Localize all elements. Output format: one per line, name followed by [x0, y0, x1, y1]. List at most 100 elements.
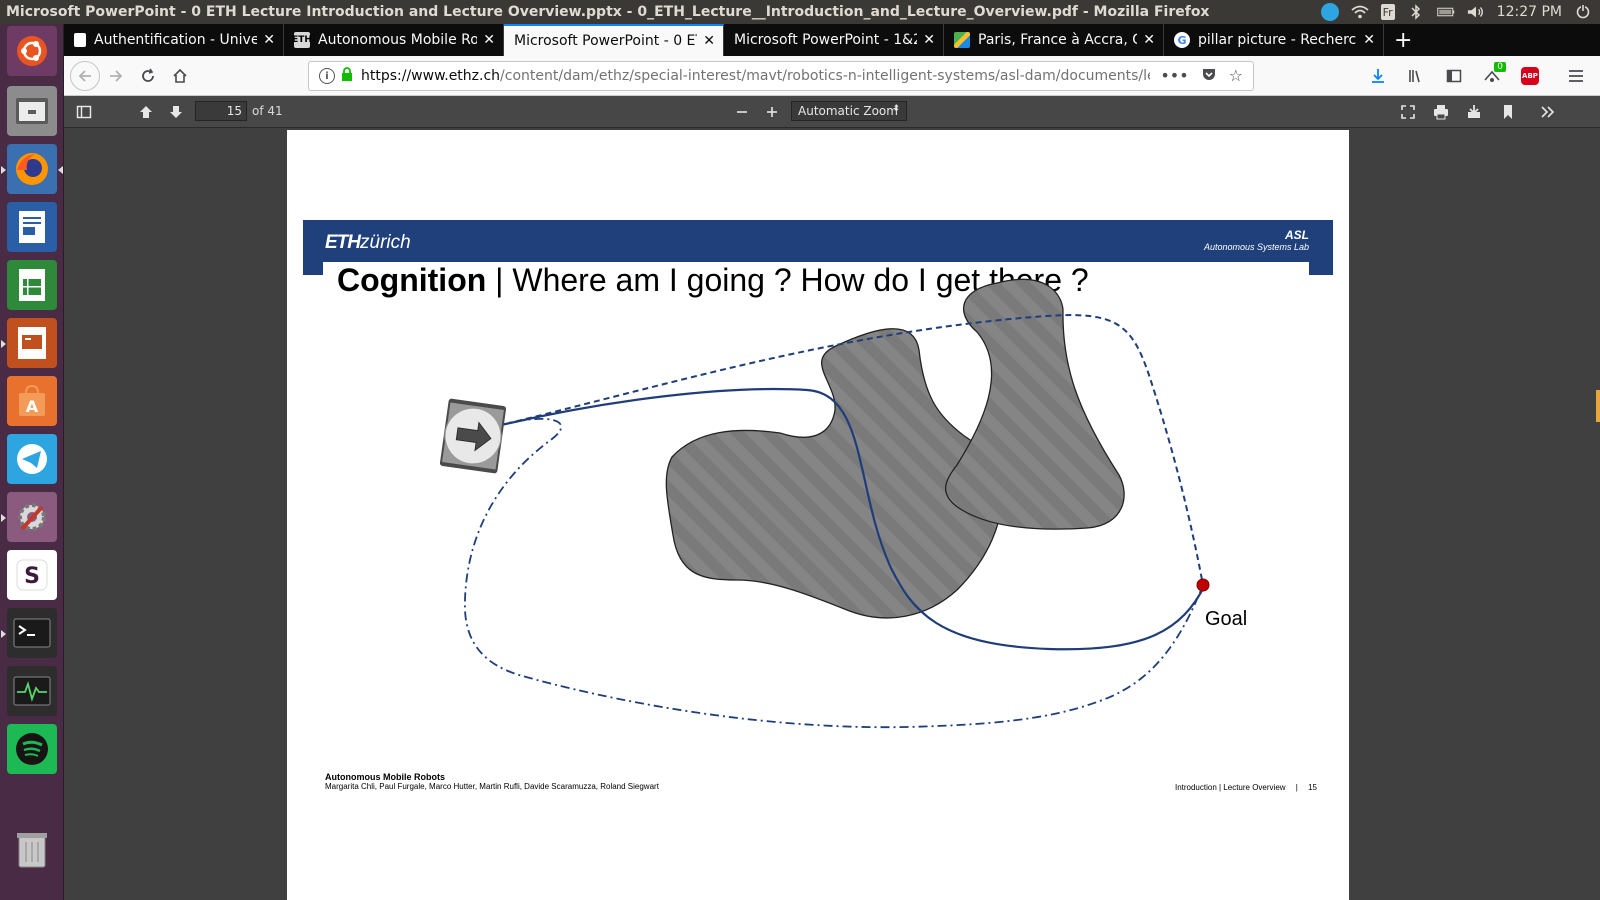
tab-label: Authentification - Unive	[94, 32, 258, 48]
maps-icon	[954, 32, 970, 48]
url-path: /content/dam/ethz/special-interest/mavt/…	[500, 68, 1151, 84]
next-page-button[interactable]	[162, 100, 190, 124]
eth-icon: ETH	[292, 32, 312, 48]
page-number-input[interactable]: 15	[195, 101, 247, 121]
extension-badge: 0	[1494, 62, 1506, 72]
battery-icon[interactable]	[1436, 3, 1455, 21]
firefox-icon[interactable]	[1, 144, 63, 194]
wifi-icon[interactable]	[1351, 3, 1369, 21]
zoom-select[interactable]: Automatic Zoom ⬍	[791, 101, 907, 121]
url-text[interactable]: https://www.ethz.ch/content/dam/ethz/spe…	[361, 68, 1150, 84]
tab-powerpoint-0-active[interactable]: Microsoft PowerPoint - 0 ET ✕	[504, 24, 724, 56]
svg-text:A: A	[26, 397, 39, 416]
footer-authors: Margarita Chli, Paul Furgale, Marco Hutt…	[325, 782, 659, 791]
extension-button[interactable]: 0	[1476, 60, 1508, 92]
bluetooth-icon[interactable]	[1407, 3, 1425, 21]
document-icon	[74, 33, 86, 47]
impress-icon[interactable]	[1, 318, 57, 368]
tab-close-icon[interactable]: ✕	[1143, 32, 1155, 48]
pocket-icon[interactable]	[1201, 66, 1217, 86]
sidebar-icon	[1446, 69, 1462, 83]
hamburger-menu-button[interactable]	[1560, 60, 1592, 92]
minus-icon	[737, 111, 747, 113]
sidebar-toggle-button[interactable]	[1438, 60, 1470, 92]
bookmark-star-icon[interactable]: ☆	[1229, 66, 1243, 86]
tab-label: pillar picture - Recherch	[1198, 32, 1358, 48]
calc-icon[interactable]	[7, 260, 57, 310]
zoom-out-button[interactable]	[728, 100, 756, 124]
slide-footer-left: Autonomous Mobile Robots Margarita Chli,…	[325, 772, 659, 791]
zoom-in-button[interactable]	[758, 100, 786, 124]
arrow-up-icon	[140, 106, 152, 118]
tab-authentification[interactable]: Authentification - Unive ✕	[64, 24, 284, 56]
tab-powerpoint-1-2[interactable]: Microsoft PowerPoint - 1&2 ✕	[724, 24, 944, 56]
toggle-sidebar-button[interactable]	[70, 100, 98, 124]
bookmark-view-button[interactable]	[1494, 100, 1522, 124]
tab-bar: Authentification - Unive ✕ ETH Autonomou…	[64, 24, 1600, 56]
presentation-mode-button[interactable]	[1394, 100, 1422, 124]
keyboard-layout-indicator[interactable]: Fr	[1380, 4, 1395, 20]
tab-pillar-picture[interactable]: G pillar picture - Recherch ✕	[1164, 24, 1384, 56]
software-center-icon[interactable]: A	[7, 376, 57, 426]
goal-label: Goal	[1205, 608, 1248, 630]
pdf-viewer[interactable]: ETHzürich ASL Autonomous Systems Lab Cog…	[64, 128, 1600, 900]
system-tray: Fr 12:27 PM	[1320, 0, 1600, 24]
library-button[interactable]	[1400, 60, 1432, 92]
telegram-tray-icon[interactable]	[1320, 3, 1339, 21]
home-button[interactable]	[164, 60, 196, 92]
download-arrow-icon	[1372, 69, 1384, 83]
previous-page-button[interactable]	[132, 100, 160, 124]
select-arrows-icon: ⬍	[892, 104, 900, 114]
page-actions-icon[interactable]: •••	[1160, 66, 1188, 86]
tab-autonomous-mobile-robots[interactable]: ETH Autonomous Mobile Ro ✕	[284, 24, 504, 56]
arrow-down-icon	[170, 106, 182, 118]
reload-button[interactable]	[132, 60, 164, 92]
scrollbar-thumb[interactable]	[1596, 390, 1600, 422]
tab-close-icon[interactable]: ✕	[923, 32, 935, 48]
tab-label: Paris, France à Accra, Gh	[978, 32, 1138, 48]
tab-close-icon[interactable]: ✕	[703, 33, 715, 49]
back-arrow-icon	[78, 69, 91, 82]
site-info-icon[interactable]: i	[319, 68, 335, 84]
terminal-icon[interactable]	[1, 608, 57, 658]
home-icon	[173, 68, 187, 83]
download-icon	[1468, 105, 1480, 118]
save-download-button[interactable]	[1460, 100, 1488, 124]
url-bar[interactable]: i https://www.ethz.ch/content/dam/ethz/s…	[308, 61, 1254, 91]
lock-icon[interactable]	[341, 67, 353, 85]
library-icon	[1409, 70, 1420, 83]
slide-footer-right: Introduction | Lecture Overview | 15	[1175, 783, 1317, 792]
reload-icon	[142, 68, 154, 82]
fullscreen-icon	[1401, 105, 1415, 119]
back-button[interactable]	[70, 60, 100, 91]
pdf-toolbar: 15 of 41 Automatic Zoom ⬍	[64, 96, 1600, 128]
sidebar-icon	[76, 105, 92, 119]
tab-label: Microsoft PowerPoint - 0 ET	[514, 33, 698, 49]
system-settings-icon[interactable]	[1, 492, 57, 542]
system-top-bar: Microsoft PowerPoint - 0 ETH Lecture Int…	[0, 0, 1600, 24]
bookmark-icon	[1504, 105, 1512, 119]
tools-button[interactable]	[1534, 100, 1562, 124]
clock[interactable]: 12:27 PM	[1497, 4, 1562, 20]
system-monitor-icon[interactable]	[7, 666, 57, 716]
navigation-toolbar: i https://www.ethz.ch/content/dam/ethz/s…	[64, 56, 1600, 96]
url-host: https://www.ethz.ch	[361, 68, 501, 84]
power-gear-icon[interactable]	[1574, 3, 1592, 21]
files-icon[interactable]	[7, 86, 57, 136]
telegram-icon[interactable]	[7, 434, 57, 484]
trash-icon[interactable]	[7, 824, 57, 874]
print-button[interactable]	[1427, 100, 1455, 124]
adblock-button[interactable]: ABP	[1514, 60, 1546, 92]
ubuntu-dash-icon[interactable]	[7, 26, 57, 76]
tab-close-icon[interactable]: ✕	[483, 32, 495, 48]
forward-button[interactable]	[100, 60, 132, 92]
tab-close-icon[interactable]: ✕	[1363, 32, 1375, 48]
tab-paris-accra[interactable]: Paris, France à Accra, Gh ✕	[944, 24, 1164, 56]
volume-icon[interactable]	[1467, 3, 1485, 21]
slack-icon[interactable]: S	[7, 550, 57, 600]
new-tab-button[interactable]: +	[1384, 24, 1422, 56]
tab-close-icon[interactable]: ✕	[263, 32, 275, 48]
writer-icon[interactable]	[7, 202, 57, 252]
downloads-button[interactable]	[1362, 60, 1394, 92]
spotify-icon[interactable]	[7, 724, 57, 774]
